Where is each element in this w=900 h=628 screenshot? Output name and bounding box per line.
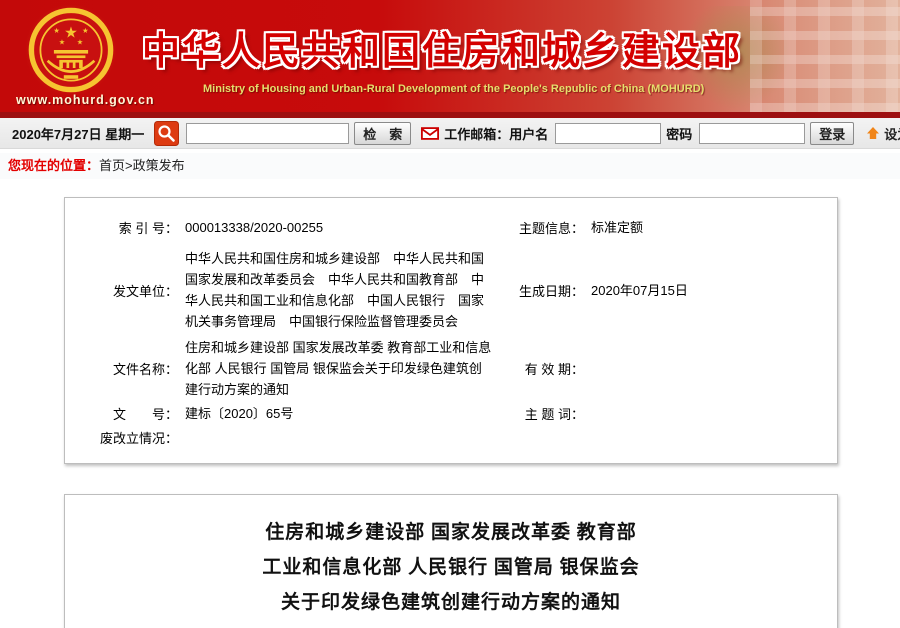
search-input[interactable] [186,123,349,144]
toolbar: 2020年7月27日 星期一 检 索 工作邮箱：用户名 密码 登录 [0,118,900,149]
meta-row-issuer: 发文单位： 中华人民共和国住房和城乡建设部 中华人民共和国国家发展和改革委员会 … [83,244,819,336]
meta-label-topic-info: 主题信息： [495,210,585,244]
site-title: 中华人民共和国住房和城乡建设部 [142,20,742,75]
site-url: www.mohurd.gov.cn [16,93,155,107]
meta-label-keywords: 主 题 词： [495,401,585,425]
toolbar-right-links: 设为首页 收藏本站 [854,124,900,143]
main-content: 索 引 号： 000013338/2020-00255 主题信息： 标准定额 发… [64,197,838,628]
meta-label-issuer: 发文单位： [83,244,179,336]
meta-label-doc-name: 文件名称： [83,336,179,401]
svg-text:★: ★ [82,26,88,35]
meta-value-doc-name: 住房和城乡建设部 国家发展改革委 教育部工业和信息化部 人民银行 国管局 银保监… [179,336,495,401]
meta-value-repeal-status [179,425,495,449]
doc-title-line-1: 住房和城乡建设部 国家发展改革委 教育部 [65,515,837,550]
doc-title-box: 住房和城乡建设部 国家发展改革委 教育部 工业和信息化部 人民银行 国管局 银保… [64,494,838,628]
breadcrumb-path[interactable]: 首页>政策发布 [99,158,185,173]
mail-icon [421,127,439,140]
meta-value-date: 2020年07月15日 [585,244,819,336]
password-input[interactable] [699,123,805,144]
password-label: 密码 [666,124,692,143]
svg-text:★: ★ [53,26,59,35]
username-input[interactable] [555,123,661,144]
meta-row-doc-number: 文 号： 建标〔2020〕65号 主 题 词： [83,401,819,425]
mail-username-label: 工作邮箱：用户名 [444,124,548,143]
meta-value-validity [585,336,819,401]
meta-row-repeal-status: 废改立情况： [83,425,819,449]
home-icon[interactable] [866,126,880,140]
building-photo [750,0,900,112]
meta-value-index: 000013338/2020-00255 [179,210,495,244]
svg-text:★: ★ [77,38,83,47]
set-home-link[interactable]: 设为首页 [866,124,900,143]
svg-text:★: ★ [59,38,65,47]
meta-value-keywords [585,401,819,425]
national-emblem-icon: ★ ★ ★ ★ ★ [26,5,116,95]
meta-label-index: 索 引 号： [83,210,179,244]
meta-value-topic-info: 标准定额 [585,210,819,244]
doc-title-line-2: 工业和信息化部 人民银行 国管局 银保监会 [65,550,837,585]
search-icon [154,121,179,146]
breadcrumb-label: 您现在的位置： [8,158,99,173]
site-subtitle-en: Ministry of Housing and Urban-Rural Deve… [203,83,704,95]
meta-value-doc-number: 建标〔2020〕65号 [179,401,495,425]
current-date: 2020年7月27日 星期一 [12,124,144,143]
site-header: ★ ★ ★ ★ ★ www.mohurd.gov.cn 中华人民共和国住房和城乡… [0,0,900,112]
page: ★ ★ ★ ★ ★ www.mohurd.gov.cn 中华人民共和国住房和城乡… [0,0,900,628]
meta-label-repeal-status: 废改立情况： [83,425,179,449]
doc-meta-box: 索 引 号： 000013338/2020-00255 主题信息： 标准定额 发… [64,197,838,464]
meta-row-doc-name: 文件名称： 住房和城乡建设部 国家发展改革委 教育部工业和信息化部 人民银行 国… [83,336,819,401]
meta-label-doc-number: 文 号： [83,401,179,425]
meta-label-validity: 有 效 期： [495,336,585,401]
meta-value-issuer: 中华人民共和国住房和城乡建设部 中华人民共和国国家发展和改革委员会 中华人民共和… [179,244,495,336]
meta-row-index: 索 引 号： 000013338/2020-00255 主题信息： 标准定额 [83,210,819,244]
doc-title-line-3: 关于印发绿色建筑创建行动方案的通知 [65,585,837,620]
set-home-label[interactable]: 设为首页 [884,124,900,143]
svg-text:★: ★ [64,24,78,41]
search-button[interactable]: 检 索 [354,122,411,145]
doc-meta-table: 索 引 号： 000013338/2020-00255 主题信息： 标准定额 发… [83,210,819,449]
breadcrumb: 您现在的位置：首页>政策发布 [0,153,900,179]
meta-label-date: 生成日期： [495,244,585,336]
login-button[interactable]: 登录 [810,122,854,145]
